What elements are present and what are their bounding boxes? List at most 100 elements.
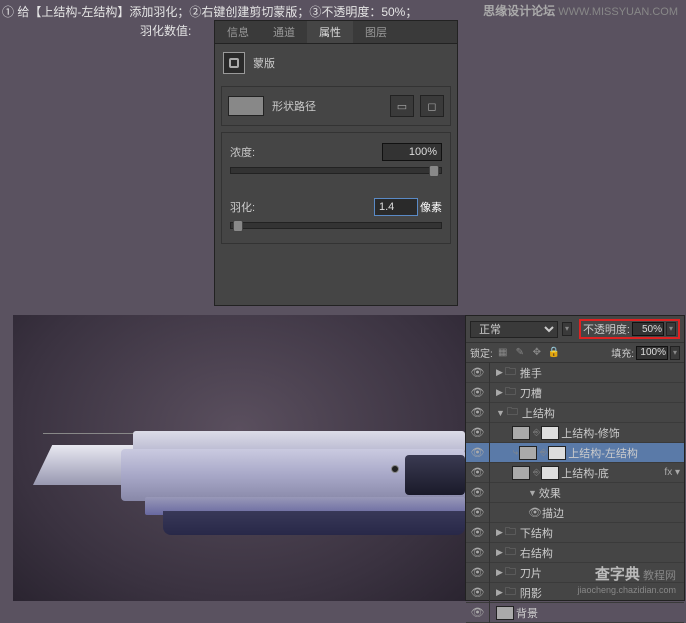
layer-thumb[interactable] [512,426,530,440]
lock-label: 锁定: [470,345,493,360]
density-input[interactable] [382,143,442,161]
layers-top-row: 正常 ▾ 不透明度: ▾ [466,316,684,343]
layer-name: 阴影 [520,585,542,601]
visibility-icon[interactable]: 👁 [466,463,490,483]
layer-thumb[interactable] [496,606,514,620]
folder-icon: 🗀 [505,563,516,582]
visibility-icon[interactable]: 👁 [466,603,490,623]
link-icon: ⎆ [533,467,540,478]
tab-properties[interactable]: 属性 [307,21,353,43]
blend-dropdown-icon[interactable]: ▾ [562,322,572,336]
density-section: 浓度: 羽化: 像素 [221,132,451,244]
layer-name: 上结构-左结构 [568,445,638,461]
layer-row[interactable]: 👁 ⎆ 上结构-修饰 [466,423,684,443]
disclosure-triangle-icon[interactable]: ▶ [496,387,503,398]
tab-channels[interactable]: 通道 [261,21,307,43]
link-icon: ⎆ [540,447,547,458]
visibility-icon[interactable]: 👁 [466,503,490,523]
opacity-label: 不透明度: [583,321,630,337]
layer-row[interactable]: 👁 ▶🗀右结构 [466,543,684,563]
feather-value-label: 羽化数值: [140,22,191,39]
layer-name: 上结构-修饰 [561,425,620,441]
disclosure-triangle-icon[interactable]: ▼ [496,408,505,418]
layer-row[interactable]: 👁👁描边 [466,503,684,523]
mask-thumb[interactable] [541,466,559,480]
layer-name: 上结构-底 [561,465,609,481]
opacity-input[interactable] [632,322,664,336]
visibility-icon[interactable]: 👁 [466,543,490,563]
folder-icon: 🗀 [505,363,516,382]
layer-row[interactable]: 👁背景 [466,603,684,623]
link-icon: ⎆ [533,427,540,438]
layer-name: 刀片 [520,565,542,581]
lock-paint-icon[interactable]: ✎ [513,347,527,358]
clip-indicator-icon: ⤷ [513,447,518,458]
feather-input[interactable] [374,198,418,216]
fx-visibility-icon[interactable]: 👁 [528,503,542,523]
visibility-icon[interactable]: 👁 [466,583,490,603]
visibility-icon[interactable]: 👁 [466,483,490,503]
feather-label: 羽化: [230,199,374,215]
disclosure-triangle-icon[interactable]: ▶ [496,567,503,578]
folder-icon: 🗀 [505,543,516,562]
disclosure-triangle-icon[interactable]: ▼ [528,488,537,498]
visibility-icon[interactable]: 👁 [466,403,490,423]
layer-row[interactable]: 👁 ⤷ ⎆ 上结构-左结构 [466,443,684,463]
fill-input[interactable] [636,346,668,360]
lock-transparency-icon[interactable]: ▦ [496,347,510,358]
visibility-icon[interactable]: 👁 [466,563,490,583]
select-mask-button[interactable]: ▭ [390,95,414,117]
tab-layers[interactable]: 图层 [353,21,399,43]
layer-name: 刀槽 [520,385,542,401]
layer-row[interactable]: 👁 ▶🗀下结构 [466,523,684,543]
mask-thumb[interactable] [541,426,559,440]
layer-thumb[interactable] [519,446,537,460]
feather-slider[interactable] [230,222,442,229]
visibility-icon[interactable]: 👁 [466,443,490,463]
shape-swatch[interactable] [228,96,264,116]
lock-position-icon[interactable]: ✥ [530,347,544,358]
shape-path-label: 形状路径 [272,98,316,114]
visibility-icon[interactable]: 👁 [466,523,490,543]
folder-icon: 🗀 [505,383,516,402]
disclosure-triangle-icon[interactable]: ▶ [496,547,503,558]
visibility-icon[interactable]: 👁 [466,383,490,403]
tab-info[interactable]: 信息 [215,21,261,43]
watermark-bottom: 查字典 教程网 jiaocheng.chazidian.com [577,563,676,596]
layer-row[interactable]: 👁▼🗀上结构 [466,403,684,423]
fx-badge[interactable]: fx ▾ [664,467,680,478]
mask-label: 蒙版 [253,55,275,71]
layer-thumb[interactable] [512,466,530,480]
disclosure-triangle-icon[interactable]: ▶ [496,367,503,378]
layer-row[interactable]: 👁 ⎆ 上结构-底 fx ▾ [466,463,684,483]
mask-row: 蒙版 [215,44,457,82]
opacity-dropdown-icon[interactable]: ▾ [666,322,676,336]
visibility-icon[interactable]: 👁 [466,423,490,443]
lock-all-icon[interactable]: 🔒 [547,347,561,358]
shape-path-section: 形状路径 ▭ ◻ [221,86,451,126]
properties-panel: 信息 通道 属性 图层 蒙版 形状路径 ▭ ◻ 浓度: 羽化: 像素 [214,20,458,306]
blend-mode-select[interactable]: 正常 [470,321,558,338]
mask-icon[interactable] [223,52,245,74]
layers-lock-row: 锁定: ▦ ✎ ✥ 🔒 填充: ▾ [466,343,684,363]
layer-name: 描边 [542,505,564,521]
feather-unit: 像素 [420,199,442,215]
visibility-icon[interactable]: 👁 [466,363,490,383]
density-slider[interactable] [230,167,442,174]
folder-icon: 🗀 [507,403,518,422]
folder-icon: 🗀 [505,523,516,542]
layer-row[interactable]: 👁 ▼效果 [466,483,684,503]
disclosure-triangle-icon[interactable]: ▶ [496,527,503,538]
layer-name: 下结构 [520,525,553,541]
fill-dropdown-icon[interactable]: ▾ [670,346,680,360]
layers-panel: 正常 ▾ 不透明度: ▾ 锁定: ▦ ✎ ✥ 🔒 填充: ▾ 👁▶🗀推手👁▶🗀刀… [465,315,685,601]
disclosure-triangle-icon[interactable]: ▶ [496,587,503,598]
layer-row[interactable]: 👁 ▶🗀推手 [466,363,684,383]
layer-name: 效果 [539,485,561,501]
document-canvas[interactable] [13,315,465,601]
layer-name: 推手 [520,365,542,381]
invert-mask-button[interactable]: ◻ [420,95,444,117]
mask-thumb[interactable] [548,446,566,460]
layer-name: 右结构 [520,545,553,561]
layer-row[interactable]: 👁 ▶🗀刀槽 [466,383,684,403]
